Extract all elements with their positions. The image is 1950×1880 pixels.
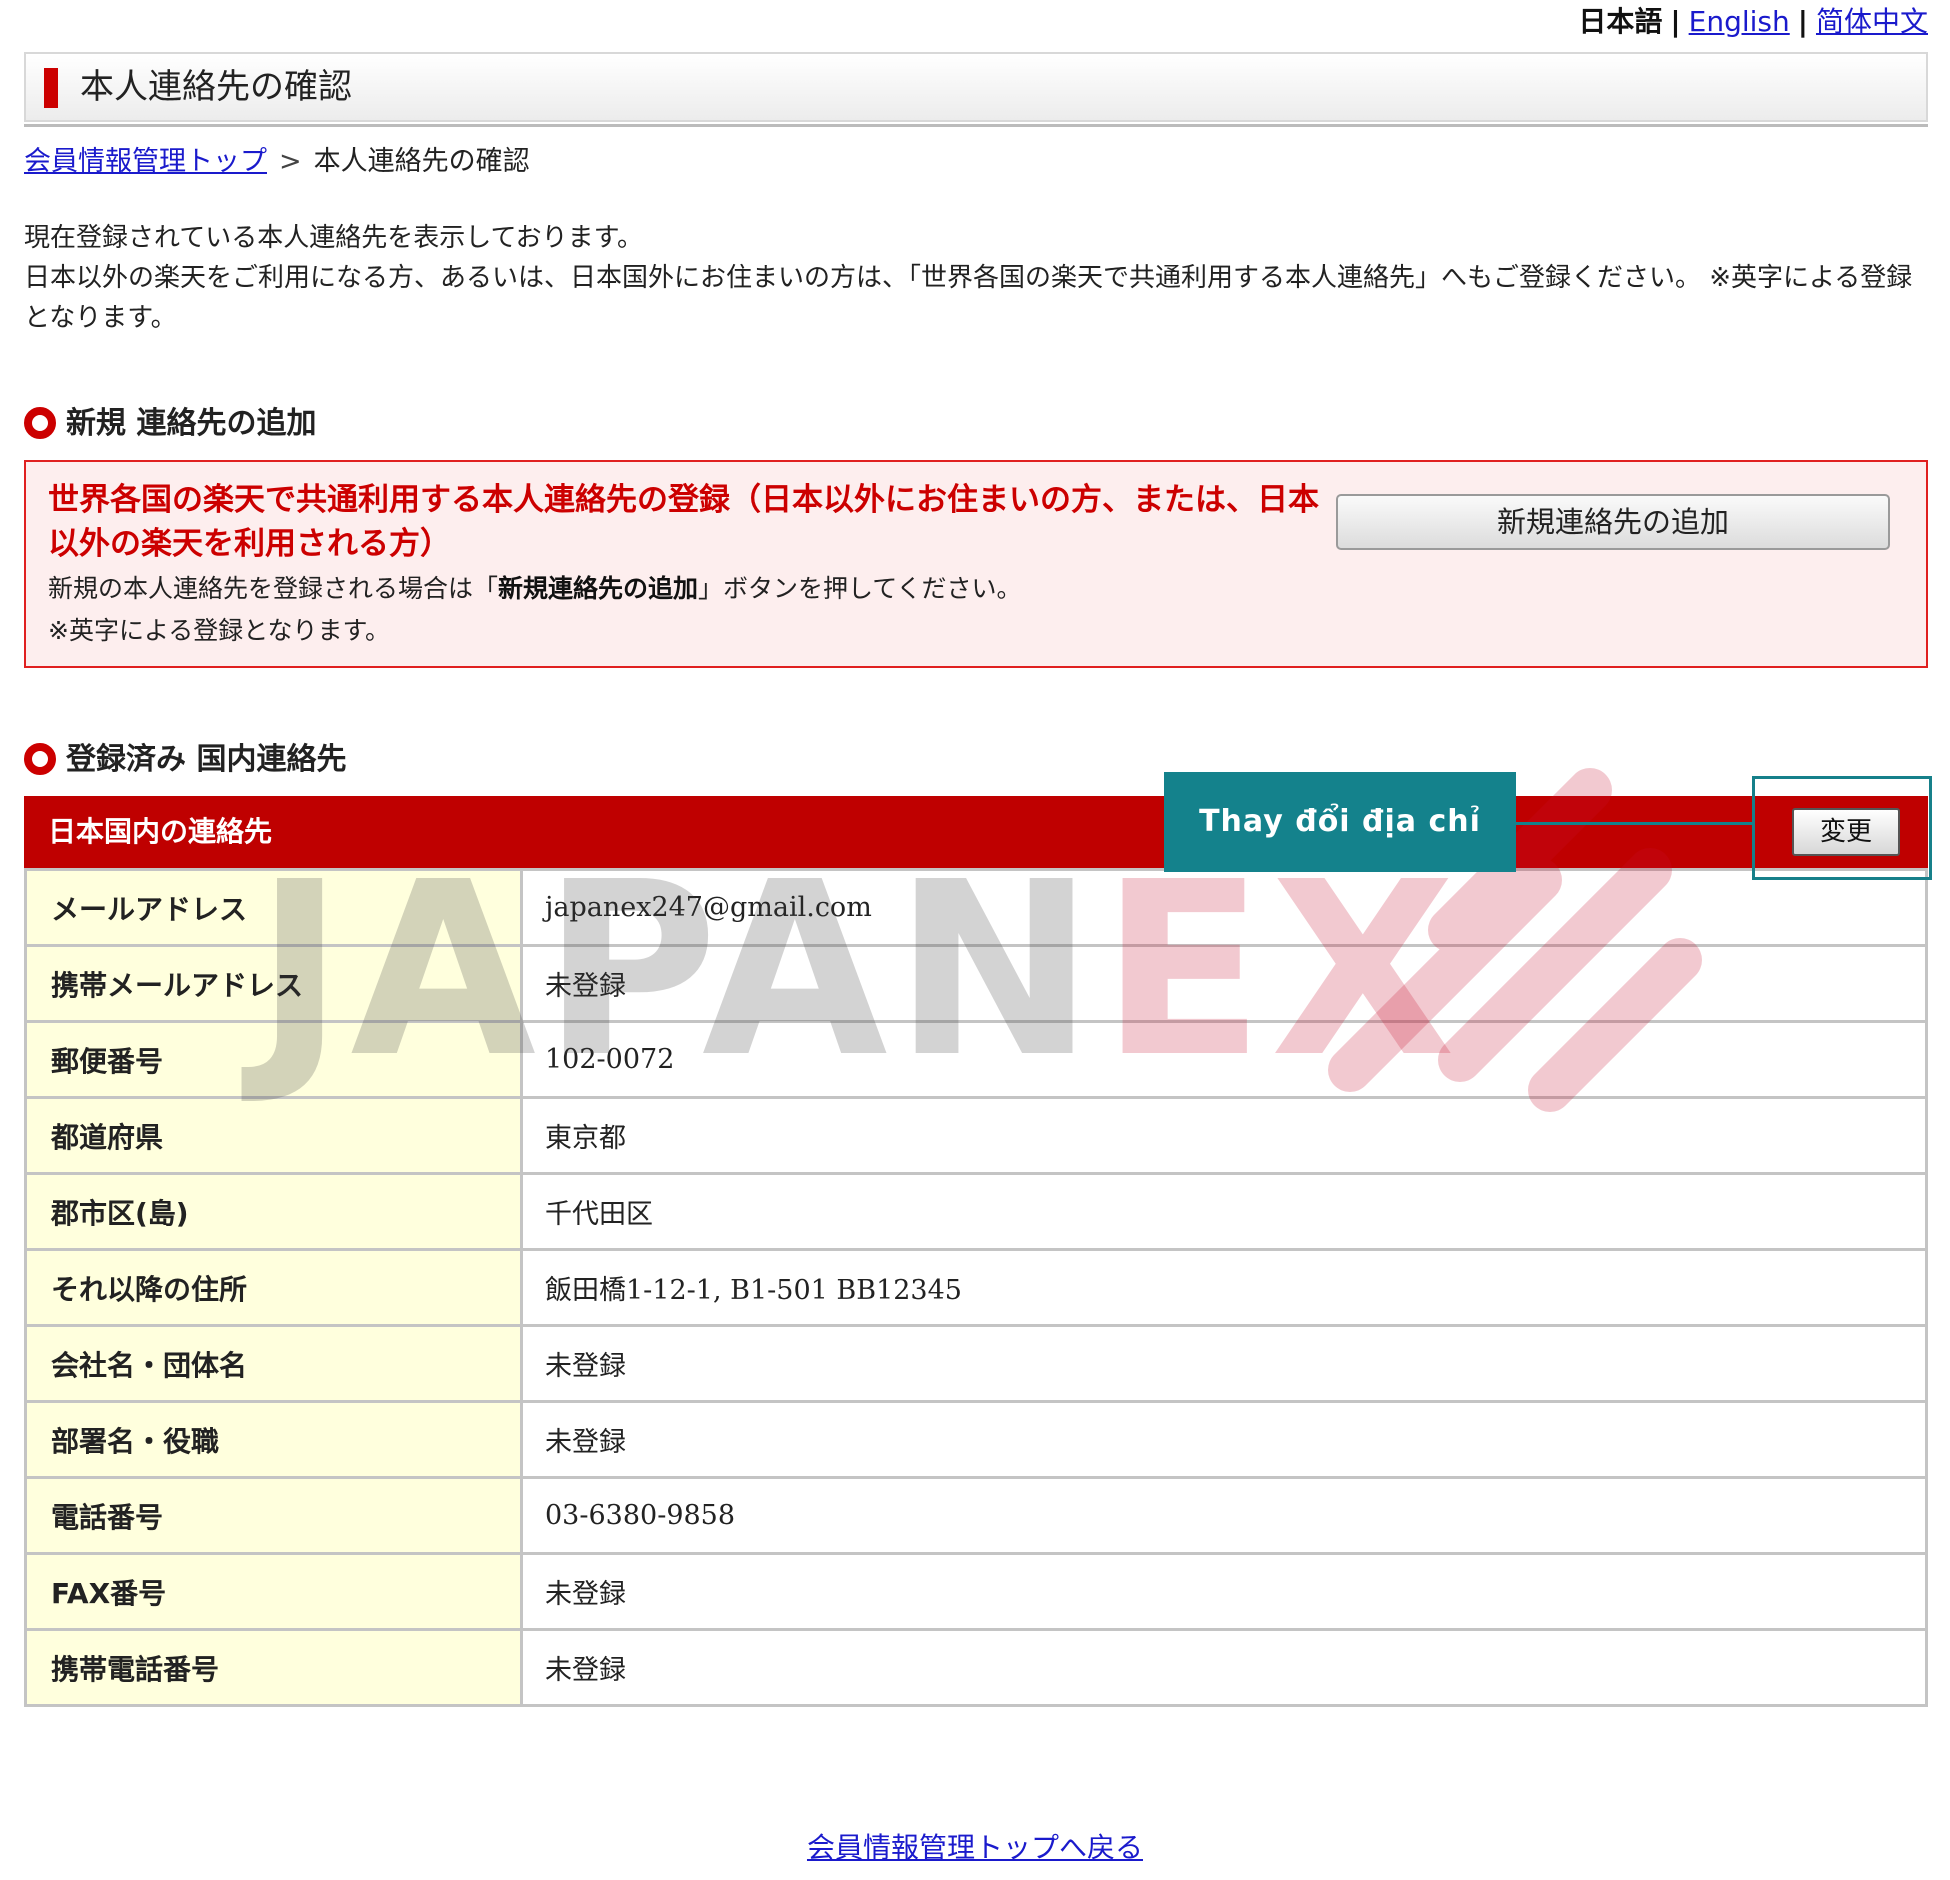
domestic-contact-header: 日本国内の連絡先 変更 bbox=[24, 796, 1928, 868]
table-row: FAX番号 未登録 bbox=[24, 1552, 1928, 1631]
row-value-company: 未登録 bbox=[520, 1324, 1928, 1403]
row-label-prefecture: 都道府県 bbox=[24, 1096, 523, 1175]
instruction-prefix: 新規の本人連絡先を登録される場合は「 bbox=[48, 574, 499, 603]
new-contact-box: 世界各国の楽天で共通利用する本人連絡先の登録（日本以外にお住まいの方、または、日… bbox=[24, 460, 1928, 668]
row-value-mobile-email: 未登録 bbox=[520, 944, 1928, 1023]
row-value-fax: 未登録 bbox=[520, 1552, 1928, 1631]
row-label-city: 郡市区(島) bbox=[24, 1172, 523, 1251]
row-value-city: 千代田区 bbox=[520, 1172, 1928, 1251]
row-value-address: 飯田橋1-12-1, B1-501 BB12345 bbox=[520, 1248, 1928, 1327]
lang-link-chinese[interactable]: 简体中文 bbox=[1816, 5, 1928, 38]
row-value-postal-code: 102-0072 bbox=[520, 1020, 1928, 1099]
callout-connector-line bbox=[1516, 822, 1754, 825]
row-label-phone: 電話番号 bbox=[24, 1476, 523, 1555]
row-label-mobile-phone: 携帯電話番号 bbox=[24, 1628, 523, 1707]
table-row: 都道府県 東京都 bbox=[24, 1096, 1928, 1175]
lang-link-english[interactable]: English bbox=[1689, 5, 1790, 38]
language-switcher: 日本語 | English | 简体中文 bbox=[1578, 4, 1928, 40]
callout-highlight-frame bbox=[1752, 776, 1932, 880]
page-title-box: 本人連絡先の確認 bbox=[24, 52, 1928, 122]
lang-separator: | bbox=[1797, 5, 1808, 38]
row-label-postal-code: 郵便番号 bbox=[24, 1020, 523, 1099]
breadcrumb-current: 本人連絡先の確認 bbox=[313, 146, 530, 177]
row-label-fax: FAX番号 bbox=[24, 1552, 523, 1631]
row-value-department: 未登録 bbox=[520, 1400, 1928, 1479]
breadcrumb-arrow: > bbox=[279, 146, 302, 177]
intro-line-2: 日本以外の楽天をご利用になる方、あるいは、日本国外にお住まいの方は、「世界各国の… bbox=[24, 263, 1913, 333]
table-row: 携帯メールアドレス 未登録 bbox=[24, 944, 1928, 1023]
table-row: 郡市区(島) 千代田区 bbox=[24, 1172, 1928, 1251]
page-title: 本人連絡先の確認 bbox=[80, 67, 352, 107]
row-label-company: 会社名・団体名 bbox=[24, 1324, 523, 1403]
table-row: それ以降の住所 飯田橋1-12-1, B1-501 BB12345 bbox=[24, 1248, 1928, 1327]
row-value-email: japanex247@gmail.com bbox=[520, 868, 1928, 947]
table-row: メールアドレス japanex247@gmail.com bbox=[24, 868, 1928, 947]
new-contact-description: 新規の本人連絡先を登録される場合は「新規連絡先の追加」ボタンを押してください。 … bbox=[48, 568, 1022, 652]
domestic-contact-title: 日本国内の連絡先 bbox=[48, 815, 273, 848]
title-accent-bar bbox=[44, 68, 58, 108]
add-new-contact-button[interactable]: 新規連絡先の追加 bbox=[1336, 494, 1890, 550]
row-value-prefecture: 東京都 bbox=[520, 1096, 1928, 1175]
table-row: 電話番号 03-6380-9858 bbox=[24, 1476, 1928, 1555]
section-heading-registered: 登録済み 国内連絡先 bbox=[24, 740, 346, 780]
red-circle-bullet-icon bbox=[24, 743, 56, 775]
lang-separator: | bbox=[1670, 5, 1681, 38]
back-to-member-top-link[interactable]: 会員情報管理トップへ戻る bbox=[807, 1831, 1143, 1864]
section-heading-new-contact-label: 新規 連絡先の追加 bbox=[66, 406, 317, 441]
new-contact-instruction: 新規の本人連絡先を登録される場合は「新規連絡先の追加」ボタンを押してください。 bbox=[48, 568, 1022, 610]
callout-change-address-label: Thay đổi địa chỉ bbox=[1164, 772, 1516, 872]
breadcrumb: 会員情報管理トップ > 本人連絡先の確認 bbox=[24, 144, 530, 180]
section-heading-registered-label: 登録済み 国内連絡先 bbox=[66, 742, 347, 777]
section-heading-new-contact: 新規 連絡先の追加 bbox=[24, 404, 316, 444]
intro-line-1: 現在登録されている本人連絡先を表示しております。 bbox=[24, 223, 644, 253]
instruction-suffix: 」ボタンを押してください。 bbox=[698, 574, 1022, 603]
table-row: 郵便番号 102-0072 bbox=[24, 1020, 1928, 1099]
row-value-mobile-phone: 未登録 bbox=[520, 1628, 1928, 1707]
row-value-phone: 03-6380-9858 bbox=[520, 1476, 1928, 1555]
row-label-address: それ以降の住所 bbox=[24, 1248, 523, 1327]
red-circle-bullet-icon bbox=[24, 407, 56, 439]
back-link-container: 会員情報管理トップへ戻る bbox=[0, 1828, 1950, 1868]
instruction-button-name: 新規連絡先の追加 bbox=[498, 574, 699, 603]
table-row: 携帯電話番号 未登録 bbox=[24, 1628, 1928, 1707]
row-label-mobile-email: 携帯メールアドレス bbox=[24, 944, 523, 1023]
row-label-email: メールアドレス bbox=[24, 868, 523, 947]
breadcrumb-link-member-top[interactable]: 会員情報管理トップ bbox=[24, 146, 267, 177]
table-row: 会社名・団体名 未登録 bbox=[24, 1324, 1928, 1403]
row-label-department: 部署名・役職 bbox=[24, 1400, 523, 1479]
title-divider bbox=[24, 124, 1928, 127]
table-row: 部署名・役職 未登録 bbox=[24, 1400, 1928, 1479]
domestic-contact-table: メールアドレス japanex247@gmail.com 携帯メールアドレス 未登録… bbox=[24, 868, 1928, 1707]
intro-text: 現在登録されている本人連絡先を表示しております。 日本以外の楽天をご利用になる方… bbox=[24, 218, 1924, 338]
lang-current-japanese: 日本語 bbox=[1578, 5, 1663, 38]
new-contact-box-title: 世界各国の楽天で共通利用する本人連絡先の登録（日本以外にお住まいの方、または、日… bbox=[48, 482, 1319, 562]
new-contact-note: ※英字による登録となります。 bbox=[48, 616, 390, 645]
